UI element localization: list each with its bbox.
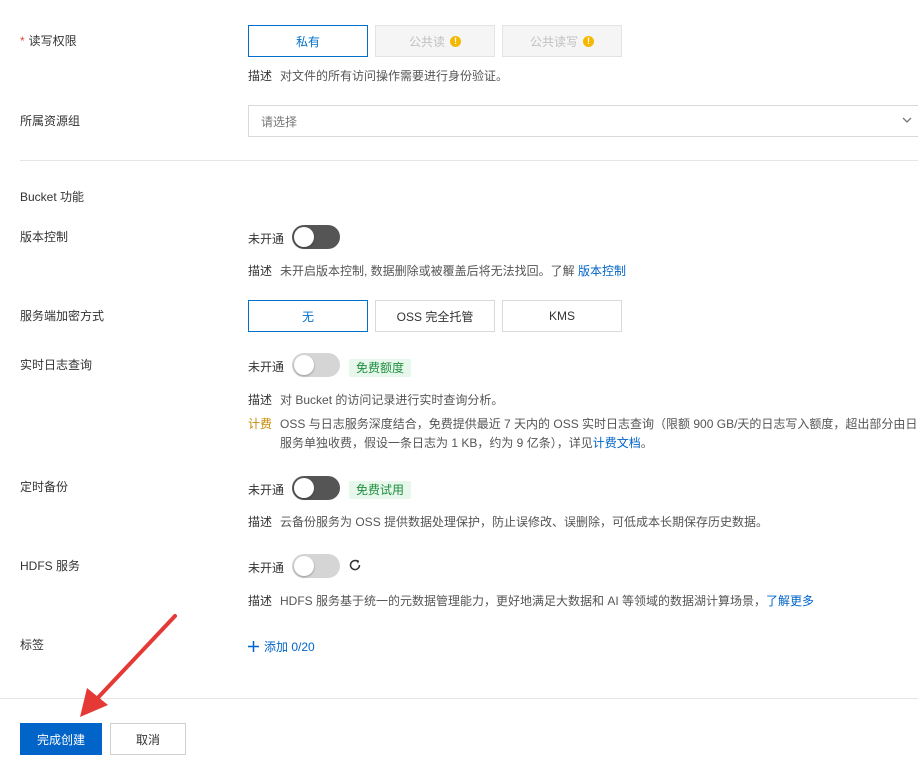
- section-divider: [20, 160, 918, 161]
- realtime-log-switch[interactable]: [292, 353, 340, 377]
- rw-option-private[interactable]: 私有: [248, 25, 368, 57]
- realtime-log-fee-line1: 计费 OSS 与日志服务深度结合，免费提供最近 7 天内的 OSS 实时日志查询（…: [248, 417, 918, 431]
- resource-group-select[interactable]: 请选择: [248, 105, 918, 137]
- hdfs-switch-label: 未开通: [248, 561, 285, 575]
- encryption-label: 服务端加密方式: [20, 309, 105, 323]
- billing-doc-link[interactable]: 计费文档: [593, 436, 641, 450]
- switch-knob: [294, 556, 314, 576]
- annotation-arrow-icon: [80, 614, 177, 717]
- resource-group-label: 所属资源组: [20, 114, 81, 128]
- warning-icon: !: [450, 35, 461, 47]
- chevron-down-icon: [901, 114, 913, 129]
- warning-icon: !: [583, 35, 594, 47]
- plus-icon: [248, 641, 259, 652]
- encryption-option-oss[interactable]: OSS 完全托管: [375, 300, 495, 332]
- hdfs-desc: 描述 HDFS 服务基于统一的元数据管理能力，更好地满足大数据和 AI 等领域的数…: [248, 594, 815, 608]
- free-quota-tag: 免费额度: [349, 359, 412, 377]
- versioning-switch-label: 未开通: [248, 232, 285, 246]
- rw-option-public-read[interactable]: 公共读!: [375, 25, 495, 57]
- bucket-features-title: Bucket 功能: [20, 190, 85, 204]
- scheduled-backup-label: 定时备份: [20, 480, 69, 494]
- required-mark: *: [20, 34, 25, 48]
- rw-option-public-read-write[interactable]: 公共读写!: [502, 25, 622, 57]
- scheduled-backup-switch[interactable]: [292, 476, 340, 500]
- realtime-log-label: 实时日志查询: [20, 358, 93, 372]
- encryption-option-none[interactable]: 无: [248, 300, 368, 332]
- versioning-switch[interactable]: [292, 225, 340, 249]
- cancel-button[interactable]: 取消: [110, 723, 186, 755]
- encryption-option-kms[interactable]: KMS: [502, 300, 622, 332]
- realtime-log-switch-label: 未开通: [248, 360, 285, 374]
- refresh-icon[interactable]: [348, 558, 362, 575]
- versioning-link[interactable]: 版本控制: [578, 264, 626, 278]
- switch-knob: [294, 355, 314, 375]
- realtime-log-desc: 描述对 Bucket 的访问记录进行实时查询分析。: [248, 393, 504, 407]
- add-tag-button[interactable]: 添加 0/20: [248, 638, 315, 655]
- scheduled-backup-switch-label: 未开通: [248, 483, 285, 497]
- learn-more-link[interactable]: 了解更多: [766, 594, 814, 608]
- versioning-label: 版本控制: [20, 230, 69, 244]
- resource-group-placeholder: 请选择: [261, 114, 298, 129]
- switch-knob: [294, 227, 314, 247]
- rw-permission-desc: 描述 对文件的所有访问操作需要进行身份验证。: [248, 69, 509, 83]
- free-trial-tag: 免费试用: [349, 481, 412, 499]
- scheduled-backup-desc: 描述 云备份服务为 OSS 提供数据处理保护，防止误修改、误删除，可低成本长期保存…: [248, 515, 769, 529]
- realtime-log-fee-line2: 服务单独收费，假设一条日志为 1 KB，约为 9 亿条），详见计费文档。: [280, 436, 653, 450]
- tags-label: 标签: [20, 638, 45, 652]
- hdfs-label: HDFS 服务: [20, 559, 81, 573]
- rw-permission-label: * 读写权限: [20, 34, 77, 48]
- submit-create-button[interactable]: 完成创建: [20, 723, 102, 755]
- switch-knob: [294, 478, 314, 498]
- hdfs-switch[interactable]: [292, 554, 340, 578]
- versioning-desc: 描述 未开启版本控制, 数据删除或被覆盖后将无法找回。了解 版本控制: [248, 264, 627, 278]
